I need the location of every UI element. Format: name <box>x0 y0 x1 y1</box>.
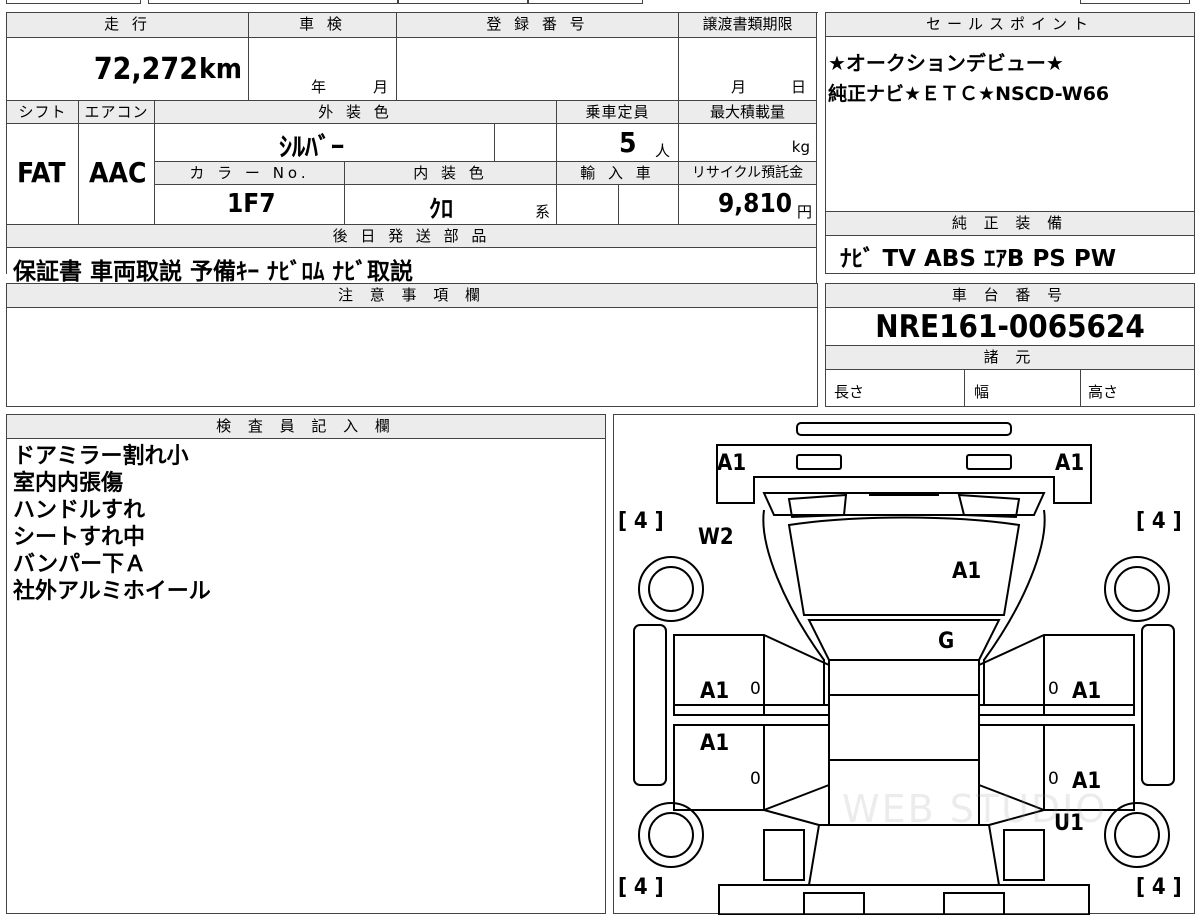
dmg-bonnet: A1 <box>952 559 982 584</box>
color-no-value-cell: 1F7 <box>155 185 345 225</box>
transfer-day: 日 <box>791 78 807 96</box>
chassis-value: NRE161-0065624 <box>875 309 1145 345</box>
inspection-value-cell: 年 月 <box>249 38 397 101</box>
exterior-color-value: ｼﾙﾊﾞｰ <box>279 133 345 163</box>
car-diagram <box>633 422 1175 915</box>
sales-points-line2: 純正ナビ★ＥＴＣ★NSCD-W66 <box>828 83 1110 105</box>
shift-label: シフト <box>7 101 79 124</box>
genuine-equipment-label: 純 正 装 備 <box>826 212 1194 236</box>
recycle-fee-label: リサイクル預託金 <box>679 162 817 185</box>
capacity-value: 5 <box>619 126 637 159</box>
spec-height: 高さ <box>1088 383 1119 401</box>
dmg-zero: 0 <box>750 679 761 699</box>
recycle-fee-value-cell: 9,810 円 <box>679 185 817 225</box>
aircon-value-cell: AAC <box>79 124 155 225</box>
later-parts-label: 後 日 発 送 部 品 <box>7 225 817 248</box>
interior-color-label: 内 装 色 <box>345 162 557 185</box>
mileage-value: 72,272 <box>93 52 198 87</box>
inspection-month: 月 <box>373 78 389 96</box>
aircon-label: エアコン <box>79 101 155 124</box>
sales-points-label: セールスポイント <box>826 13 1194 37</box>
sales-points-line1: ★オークションデビュー★ <box>828 51 1064 75</box>
dmg-door-rl: A1 <box>700 731 730 756</box>
interior-color-value: ｸﾛ <box>429 195 453 223</box>
inspector-note: バンパー下Ａ <box>13 552 147 577</box>
inspector-note: 室内内張傷 <box>13 471 124 496</box>
capacity-value-cell: 5 人 <box>557 124 679 162</box>
spec-width: 幅 <box>974 383 990 401</box>
transfer-month: 月 <box>731 78 747 96</box>
color-no-value: 1F7 <box>227 189 276 219</box>
spec-length: 長さ <box>834 383 865 401</box>
mileage-unit: km <box>199 52 242 85</box>
mileage-value-cell: 72,272 km <box>7 38 249 101</box>
inspector-box: 検 査 員 記 入 欄 ドアミラー割れ小 室内内張傷 ハンドルすれ シートすれ中… <box>6 414 606 914</box>
damage-diagram-box: A1 A1 A1 W2 G A1 A1 A1 A1 U1 0 0 0 0 [ 4… <box>613 414 1195 915</box>
later-parts-value-cell: 保証書 車両取説 予備ｷｰ ﾅﾋﾞﾛﾑ ﾅﾋﾞ取説 <box>7 248 817 286</box>
recycle-fee-value: 9,810 <box>718 189 792 219</box>
import-value-cell-b <box>619 185 679 225</box>
inspector-note: 社外アルミホイール <box>13 579 211 604</box>
capacity-label: 乗車定員 <box>557 101 679 124</box>
shift-value-cell: FAT <box>7 124 79 225</box>
inspection-label: 車 検 <box>249 13 397 38</box>
caution-label: 注 意 事 項 欄 <box>7 284 817 308</box>
watermark: WEB STUDIO <box>842 787 1108 831</box>
mileage-label: 走 行 <box>7 13 249 38</box>
registration-value-cell <box>397 38 679 101</box>
dmg-door-fl: A1 <box>700 679 730 704</box>
color-no-label: カ ラ ー No. <box>155 162 345 185</box>
genuine-equipment-box: 純 正 装 備 ﾅﾋﾞ TV ABS ｴｱB PS PW <box>825 212 1195 274</box>
dmg-door-fr: A1 <box>1072 679 1102 704</box>
vehicle-info-grid: 走 行 車 検 登 録 番 号 譲渡書類期限 72,272 km 年 月 月 日… <box>6 12 818 286</box>
tire-fr: [ 4 ] <box>1136 509 1182 534</box>
inspector-note: シートすれ中 <box>13 525 146 550</box>
recycle-fee-unit: 円 <box>796 203 812 221</box>
import-value-cell-a <box>557 185 619 225</box>
sales-points-box: セールスポイント ★オークションデビュー★ 純正ナビ★ＥＴＣ★NSCD-W66 <box>825 12 1195 212</box>
inspector-note: ドアミラー割れ小 <box>13 444 189 469</box>
shift-value: FAT <box>17 156 66 189</box>
dmg-zero: 0 <box>1048 769 1059 789</box>
transfer-deadline-value-cell: 月 日 <box>679 38 817 101</box>
tire-fl: [ 4 ] <box>618 509 664 534</box>
transfer-deadline-label: 譲渡書類期限 <box>679 13 817 38</box>
dmg-windshield: G <box>938 629 955 654</box>
exterior-color-value-cell: ｼﾙﾊﾞｰ <box>155 124 495 163</box>
interior-color-value-cell: ｸﾛ 系 <box>345 185 557 225</box>
dmg-zero: 0 <box>1048 679 1059 699</box>
dmg-zero: 0 <box>750 769 761 789</box>
top-strip <box>0 0 1200 6</box>
inspector-note: ハンドルすれ <box>13 498 146 523</box>
dmg-w2: W2 <box>698 525 734 550</box>
chassis-label: 車 台 番 号 <box>826 284 1194 308</box>
max-load-unit: kg <box>791 138 810 156</box>
import-label: 輸 入 車 <box>557 162 679 185</box>
exterior-color-label: 外 装 色 <box>155 101 557 124</box>
capacity-unit: 人 <box>655 142 671 160</box>
specs-row: 長さ 幅 高さ <box>826 369 1194 406</box>
aircon-value: AAC <box>89 156 147 189</box>
tire-rl: [ 4 ] <box>618 875 664 900</box>
interior-color-suffix: 系 <box>535 203 551 221</box>
later-parts-value: 保証書 車両取説 予備ｷｰ ﾅﾋﾞﾛﾑ ﾅﾋﾞ取説 <box>13 259 414 285</box>
chassis-box: 車 台 番 号 NRE161-0065624 諸 元 長さ 幅 高さ <box>825 283 1195 407</box>
inspector-label: 検 査 員 記 入 欄 <box>7 415 605 439</box>
exterior-color-extra-cell <box>495 124 557 162</box>
genuine-equipment-value: ﾅﾋﾞ TV ABS ｴｱB PS PW <box>840 246 1117 272</box>
tire-rr: [ 4 ] <box>1136 875 1182 900</box>
caution-box: 注 意 事 項 欄 <box>6 283 818 407</box>
inspection-year: 年 <box>311 78 327 96</box>
max-load-label: 最大積載量 <box>679 101 817 124</box>
specs-label: 諸 元 <box>826 345 1194 370</box>
dmg-front-right: A1 <box>1055 451 1085 476</box>
dmg-front-left: A1 <box>717 451 747 476</box>
inspector-notes: ドアミラー割れ小 室内内張傷 ハンドルすれ シートすれ中 バンパー下Ａ 社外アル… <box>13 443 211 605</box>
max-load-value-cell: kg <box>679 124 817 162</box>
registration-label: 登 録 番 号 <box>397 13 679 38</box>
